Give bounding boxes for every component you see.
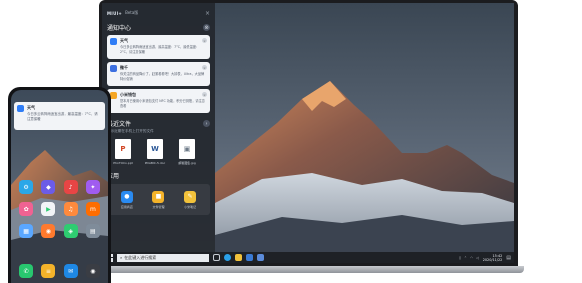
security-icon[interactable]: ◈	[63, 224, 78, 238]
file-manager-icon: ■	[152, 190, 165, 203]
notification-title: 小米钱包	[120, 92, 136, 97]
notification-center-icon[interactable]: ▤	[506, 255, 511, 261]
notes-icon[interactable]: ≡	[41, 264, 56, 278]
app-store-icon: ●	[120, 190, 133, 203]
app-item[interactable]: ✎ 小米笔记	[177, 190, 203, 209]
notification-title: 微千	[120, 65, 128, 70]
laptop-screen: MIUI+ Beta版 × 通知中心 ⊗ 天气 今日多云转阵雨适宜出游，最高温度…	[102, 3, 514, 263]
taskbar-search[interactable]: ⌕ 在此键入进行搜索	[117, 253, 209, 262]
notifications-header: 通知中心 ⊗	[107, 23, 210, 32]
brand-name: MIUI+	[107, 10, 123, 16]
phone-link-icon[interactable]: ▯	[459, 256, 461, 260]
notification-body: 今日多云转阵雨适宜出游，最高温度：7°C，最低温度：2°C，请注意保暖	[120, 45, 200, 54]
settings-icon[interactable]: ⚙	[19, 180, 34, 194]
laptop-frame: MIUI+ Beta版 × 通知中心 ⊗ 天气 今日多云转阵雨适宜出游，最高温度…	[99, 0, 518, 266]
app-store-icon[interactable]: ◉	[41, 224, 56, 238]
phone-dock: ✆ ≡ ✉ ◉	[17, 264, 102, 278]
notification-card[interactable]: 微千 你关注的商品降价了，赶紧看看吧！大钟表，Ultra，大品牌特价促销 ×	[107, 62, 210, 86]
task-view-icon[interactable]	[213, 254, 220, 261]
files-header: 最近文件 ›	[107, 119, 210, 128]
notification-body: 你关注的商品降价了，赶紧看看吧！大钟表，Ultra，大品牌特价促销	[120, 72, 205, 81]
camera-icon[interactable]: ◉	[85, 264, 100, 278]
file-item[interactable]: W PDABIC-5.doc	[143, 139, 167, 165]
phone-notification[interactable]: 天气 今日多云转阵雨适宜出游，最高温度：7°C，请注意保暖	[14, 102, 105, 130]
music-icon[interactable]: ♫	[63, 202, 78, 216]
file-name: PDABIC-5.doc	[144, 161, 166, 165]
theme-icon[interactable]: ✦	[85, 180, 100, 194]
brand-sub: Beta版	[125, 10, 139, 15]
recent-files: P PhoTOCo.ppt W PDABIC-5.doc ▣ 邮箱图集.jpg	[107, 139, 210, 165]
app-item[interactable]: ■ 文件管理	[145, 190, 171, 209]
file-name: PhoTOCo.ppt	[113, 161, 133, 165]
weather-icon	[110, 38, 117, 45]
store-icon[interactable]	[246, 254, 253, 261]
panel-header: MIUI+ Beta版 ×	[107, 9, 210, 17]
notification-card[interactable]: 小米钱包 您本月已使用小米钱包支付 NFC 功能，积分已到账，请注意查看 ×	[107, 89, 210, 113]
explorer-icon[interactable]	[235, 254, 242, 261]
word-file-icon: W	[147, 139, 163, 159]
video-icon[interactable]: ♪	[63, 180, 78, 194]
phone-notification-title: 天气	[27, 105, 35, 110]
dismiss-icon[interactable]: ×	[202, 65, 207, 70]
search-placeholder: 在此键入进行搜索	[124, 254, 157, 260]
mi-store-icon[interactable]: m	[85, 202, 100, 216]
notification-body: 您本月已使用小米钱包支付 NFC 功能，积分已到账，请注意查看	[120, 99, 205, 108]
calendar-icon[interactable]: ▦	[19, 224, 34, 238]
app-name: 应用商店	[120, 204, 133, 209]
phone-app-grid: ⚙ ◆ ♪ ✦ ✿ ▶ ♫ m ▦ ◉ ◈ ▤	[17, 180, 102, 238]
taskbar: ⌕ 在此键入进行搜索 ▯ ⌃ ◠ ◁ 15:42 2020/11/22 ▤	[102, 252, 514, 263]
dismiss-icon[interactable]: ×	[202, 92, 207, 97]
tools-icon[interactable]: ▤	[85, 224, 100, 238]
volume-icon[interactable]: ◁	[476, 256, 479, 260]
file-name: 邮箱图集.jpg	[178, 161, 196, 165]
notifications-title: 通知中心	[107, 25, 132, 32]
phone-icon[interactable]: ✆	[19, 264, 34, 278]
clear-notifications-icon[interactable]: ⊗	[203, 24, 210, 31]
wifi-icon[interactable]: ◠	[470, 256, 473, 260]
taskbar-clock[interactable]: 15:42 2020/11/22	[483, 254, 503, 262]
file-item[interactable]: P PhoTOCo.ppt	[111, 139, 135, 165]
weather-icon	[17, 105, 24, 112]
miui-panel: MIUI+ Beta版 × 通知中心 ⊗ 天气 今日多云转阵雨适宜出游，最高温度…	[102, 3, 215, 252]
notification-card[interactable]: 天气 今日多云转阵雨适宜出游，最高温度：7°C，最低温度：2°C，请注意保暖 ×	[107, 35, 210, 59]
image-file-icon: ▣	[179, 139, 195, 159]
chevron-up-icon[interactable]: ⌃	[464, 256, 467, 260]
system-tray: ▯ ⌃ ◠ ◁	[459, 256, 479, 260]
search-icon: ⌕	[120, 255, 123, 260]
files-subtitle: 显示近期在手机上打开的文件	[107, 129, 154, 133]
close-icon[interactable]: ×	[205, 10, 210, 17]
messages-icon[interactable]: ✉	[63, 264, 78, 278]
photos-icon[interactable]: ✿	[19, 202, 34, 216]
phone-notification-body: 今日多云转阵雨适宜出游，最高温度：7°C，请注意保暖	[27, 112, 98, 121]
stage: MIUI+ Beta版 × 通知中心 ⊗ 天气 今日多云转阵雨适宜出游，最高温度…	[0, 0, 582, 283]
notification-title: 天气	[120, 38, 128, 43]
app-name: 小米笔记	[184, 204, 197, 209]
play-store-icon[interactable]: ▶	[41, 202, 56, 216]
apps-header: 应用	[107, 171, 210, 180]
ppt-file-icon: P	[115, 139, 131, 159]
gallery-icon[interactable]: ◆	[41, 180, 56, 194]
more-files-icon[interactable]: ›	[203, 120, 210, 127]
file-item[interactable]: ▣ 邮箱图集.jpg	[175, 139, 199, 165]
app-name: 文件管理	[152, 204, 165, 209]
phone-screen: 天气 今日多云转阵雨适宜出游，最高温度：7°C，请注意保暖 ⚙ ◆ ♪ ✦ ✿ …	[11, 90, 108, 283]
app-item[interactable]: ● 应用商店	[114, 190, 140, 209]
notes-icon: ✎	[184, 190, 197, 203]
wallet-icon	[110, 92, 117, 99]
message-icon	[110, 65, 117, 72]
apps-row: ● 应用商店 ■ 文件管理 ✎ 小米笔记	[107, 184, 210, 215]
laptop-base	[93, 266, 524, 273]
dismiss-icon[interactable]: ×	[202, 38, 207, 43]
clock-date: 2020/11/22	[482, 257, 503, 262]
edge-icon[interactable]	[224, 254, 231, 261]
mail-icon[interactable]	[257, 254, 264, 261]
phone-frame: 天气 今日多云转阵雨适宜出游，最高温度：7°C，请注意保暖 ⚙ ◆ ♪ ✦ ✿ …	[8, 87, 111, 283]
